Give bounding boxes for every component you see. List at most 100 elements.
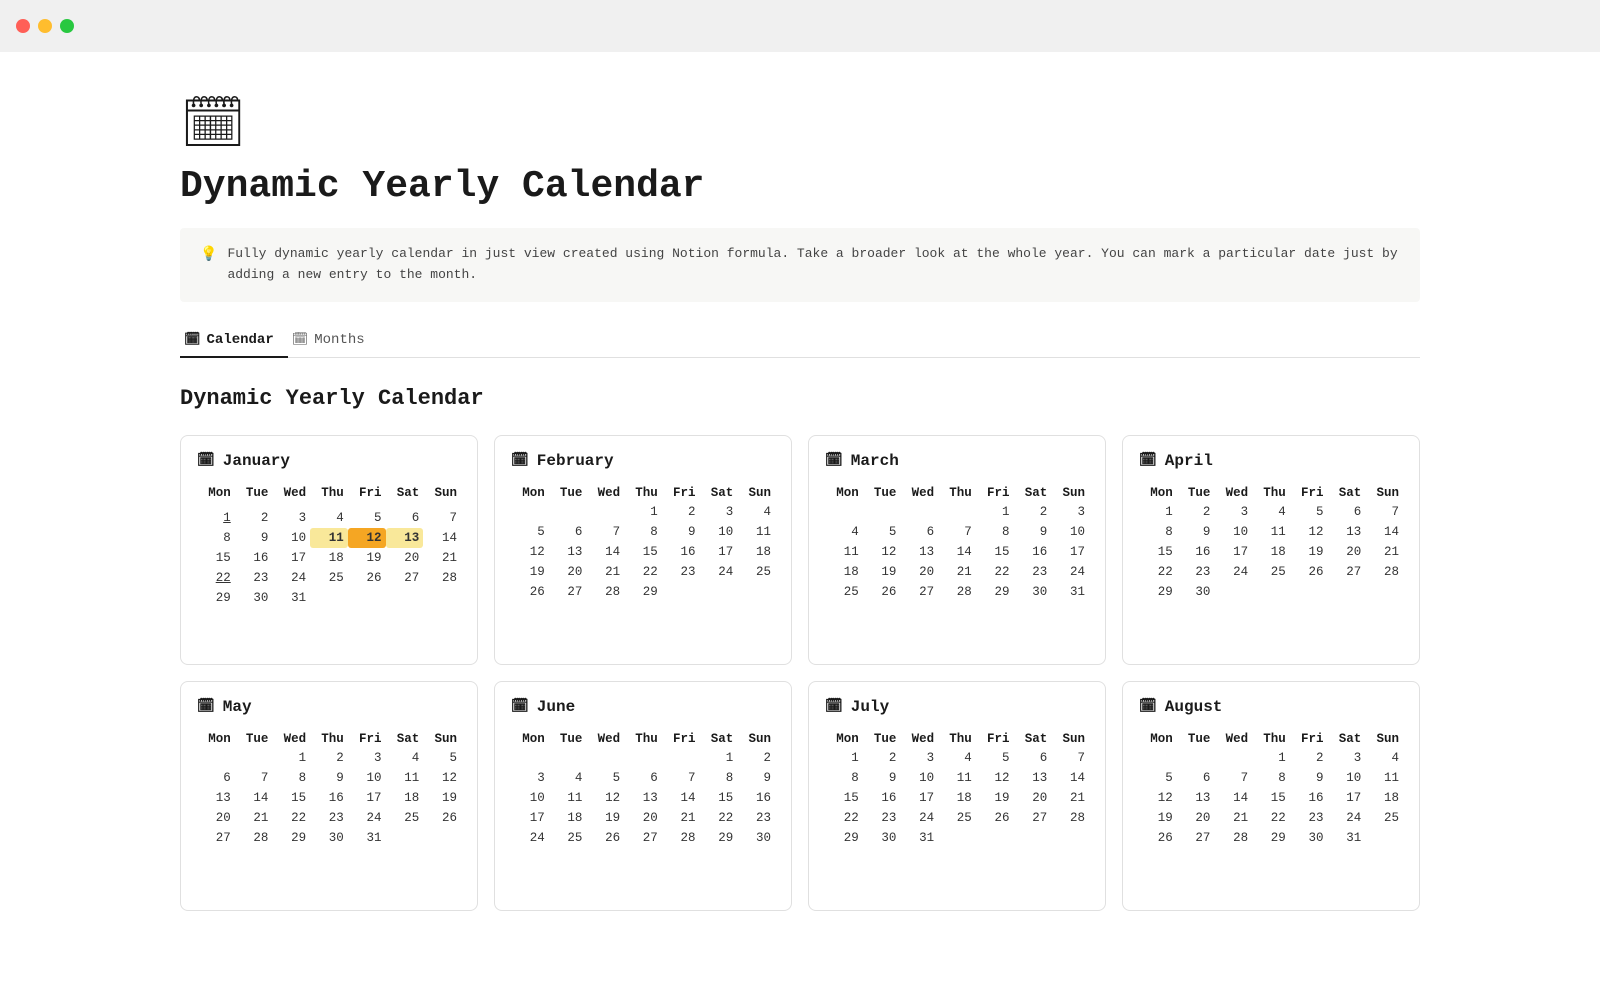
day-cell[interactable]: 8 [825,768,863,788]
day-cell[interactable]: 1 [825,748,863,768]
day-cell[interactable]: 21 [423,548,461,568]
day-cell[interactable]: 3 [900,748,938,768]
day-cell[interactable]: 30 [310,828,348,848]
day-cell[interactable]: 6 [1014,748,1052,768]
day-cell[interactable]: 21 [1214,808,1252,828]
day-cell[interactable]: 27 [1328,562,1366,582]
day-cell[interactable]: 28 [938,582,976,602]
day-cell[interactable]: 16 [737,788,775,808]
day-cell[interactable]: 21 [235,808,273,828]
day-cell[interactable]: 21 [938,562,976,582]
day-cell[interactable]: 23 [662,562,700,582]
day-cell[interactable]: 2 [863,748,901,768]
day-cell[interactable]: 20 [1328,542,1366,562]
minimize-button[interactable] [38,19,52,33]
day-cell[interactable]: 23 [310,808,348,828]
day-cell[interactable]: 12 [1290,522,1328,542]
day-cell[interactable]: 11 [938,768,976,788]
day-cell[interactable]: 25 [549,828,587,848]
day-cell[interactable]: 28 [586,582,624,602]
day-cell[interactable]: 1 [1252,748,1290,768]
day-cell[interactable]: 12 [863,542,901,562]
day-cell[interactable]: 13 [1328,522,1366,542]
day-cell[interactable]: 28 [662,828,700,848]
day-cell[interactable]: 6 [624,768,662,788]
day-cell[interactable]: 17 [1328,788,1366,808]
day-cell[interactable]: 26 [863,582,901,602]
day-cell[interactable]: 27 [624,828,662,848]
day-cell[interactable]: 7 [938,522,976,542]
day-cell[interactable]: 11 [1252,522,1290,542]
day-cell[interactable]: 27 [1177,828,1215,848]
day-cell[interactable]: 20 [197,808,235,828]
day-cell[interactable]: 2 [310,748,348,768]
day-cell[interactable]: 26 [511,582,549,602]
day-cell[interactable]: 25 [1365,808,1403,828]
day-cell[interactable]: 10 [348,768,386,788]
day-cell[interactable]: 21 [1051,788,1089,808]
day-cell[interactable]: 7 [662,768,700,788]
day-cell[interactable]: 28 [1051,808,1089,828]
day-cell[interactable]: 15 [1139,542,1177,562]
day-cell[interactable]: 19 [586,808,624,828]
day-cell[interactable]: 29 [700,828,738,848]
day-cell[interactable]: 20 [549,562,587,582]
day-cell[interactable]: 9 [310,768,348,788]
day-cell[interactable]: 22 [272,808,310,828]
day-cell[interactable]: 29 [272,828,310,848]
day-cell[interactable]: 26 [348,568,386,588]
day-cell[interactable]: 5 [1290,502,1328,522]
day-cell[interactable]: 12 [423,768,461,788]
day-cell[interactable]: 15 [624,542,662,562]
day-cell[interactable]: 14 [423,528,461,548]
day-cell[interactable]: 3 [1051,502,1089,522]
day-cell[interactable]: 23 [1290,808,1328,828]
day-cell[interactable]: 14 [586,542,624,562]
day-cell[interactable]: 27 [1014,808,1052,828]
day-cell[interactable]: 2 [1014,502,1052,522]
day-cell[interactable]: 24 [511,828,549,848]
day-cell[interactable]: 3 [1328,748,1366,768]
day-cell[interactable]: 8 [700,768,738,788]
day-cell[interactable]: 8 [197,528,235,548]
day-cell[interactable]: 23 [235,568,273,588]
day-cell[interactable]: 31 [900,828,938,848]
day-cell[interactable]: 1 [272,748,310,768]
day-cell[interactable]: 17 [1051,542,1089,562]
day-cell[interactable]: 22 [197,568,235,588]
day-cell[interactable]: 29 [825,828,863,848]
day-cell[interactable]: 7 [1214,768,1252,788]
day-cell[interactable]: 23 [863,808,901,828]
day-cell[interactable]: 6 [197,768,235,788]
day-cell[interactable]: 15 [825,788,863,808]
day-cell[interactable]: 22 [700,808,738,828]
day-cell[interactable]: 31 [348,828,386,848]
day-cell[interactable]: 13 [900,542,938,562]
day-cell[interactable]: 4 [1365,748,1403,768]
day-cell[interactable]: 5 [511,522,549,542]
day-cell[interactable]: 2 [1290,748,1328,768]
day-cell[interactable]: 19 [423,788,461,808]
day-cell[interactable]: 25 [310,568,348,588]
day-cell[interactable]: 17 [348,788,386,808]
day-cell[interactable]: 9 [1177,522,1215,542]
day-cell[interactable]: 13 [1177,788,1215,808]
day-cell[interactable]: 10 [272,528,310,548]
day-cell[interactable]: 28 [1214,828,1252,848]
day-cell[interactable]: 31 [1051,582,1089,602]
day-cell[interactable]: 28 [423,568,461,588]
day-cell[interactable]: 25 [737,562,775,582]
day-cell[interactable]: 25 [938,808,976,828]
day-cell[interactable]: 16 [863,788,901,808]
day-cell[interactable]: 13 [197,788,235,808]
day-cell[interactable]: 30 [737,828,775,848]
day-cell[interactable]: 15 [197,548,235,568]
day-cell[interactable]: 12 [976,768,1014,788]
day-cell[interactable]: 18 [310,548,348,568]
day-cell[interactable]: 9 [1014,522,1052,542]
day-cell[interactable]: 18 [1365,788,1403,808]
day-cell[interactable]: 9 [863,768,901,788]
day-cell[interactable]: 29 [1252,828,1290,848]
day-cell[interactable]: 27 [900,582,938,602]
day-cell[interactable]: 1 [1139,502,1177,522]
